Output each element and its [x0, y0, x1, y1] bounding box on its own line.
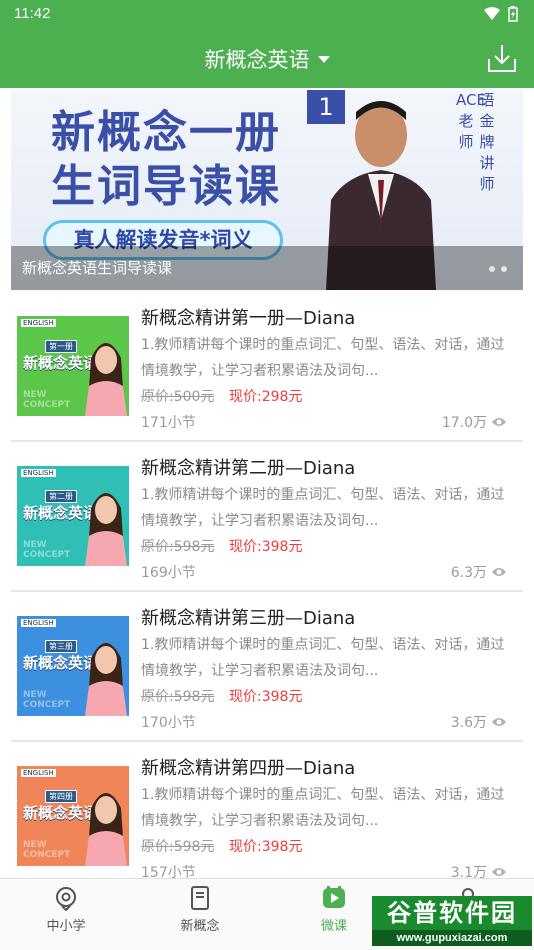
lesson-count: 170小节 [141, 715, 196, 731]
course-thumbnail: ENGLISH 第一册 新概念英语 NEW CONCEPT [17, 316, 129, 416]
course-title: 新概念精讲第四册—Diana [141, 758, 356, 779]
eye-icon [492, 568, 506, 576]
current-price: 现价:398元 [229, 539, 303, 555]
course-item[interactable]: ENGLISH 第三册 新概念英语 NEW CONCEPT 新概念精讲第三册—Di… [11, 592, 523, 742]
course-thumbnail: ENGLISH 第三册 新概念英语 NEW CONCEPT [17, 616, 129, 716]
view-count-value: 17.0万 [441, 415, 487, 431]
pagination-dot[interactable] [489, 266, 495, 272]
teacher-photo [85, 343, 127, 416]
current-price: 现价:398元 [229, 689, 303, 705]
original-price: 原价:598元 [141, 539, 215, 555]
banner-headline-2: 生词导读课 [51, 161, 281, 212]
nav-label: 新概念 [180, 919, 220, 934]
view-count-value: 6.3万 [450, 565, 487, 581]
battery-icon [508, 6, 518, 22]
watermark-text: 谷普软件园 [372, 896, 532, 930]
teacher-photo [85, 643, 127, 716]
thumb-brand: ENGLISH [21, 319, 56, 327]
course-title: 新概念精讲第一册—Diana [141, 308, 356, 329]
view-count-value: 3.6万 [450, 715, 487, 731]
teacher-photo [85, 793, 127, 866]
book-icon [191, 886, 209, 910]
nav-label: 中小学 [46, 919, 86, 934]
download-icon[interactable] [486, 42, 518, 74]
nav-item-new-concept[interactable]: 新概念 [160, 885, 240, 934]
course-item[interactable]: ENGLISH 第一册 新概念英语 NEW CONCEPT 新概念精讲第一册—Di… [11, 292, 523, 442]
site-watermark: 谷普软件园 www.gupuxiazai.com [372, 896, 532, 948]
thumb-concept: NEW CONCEPT [23, 390, 71, 410]
course-item[interactable]: ENGLISH 第四册 新概念英语 NEW CONCEPT 新概念精讲第四册—Di… [11, 742, 523, 892]
view-count: 6.3万 [451, 562, 507, 582]
banner-vertical-text-1: ACE老师 [456, 91, 486, 151]
thumb-concept: NEW CONCEPT [23, 840, 71, 860]
wifi-icon [484, 7, 500, 20]
watermark-url: www.gupuxiazai.com [372, 930, 532, 946]
nav-item-micro-course[interactable]: 微课 [294, 885, 374, 934]
banner-pagination [489, 266, 507, 272]
thumb-concept: NEW CONCEPT [23, 690, 71, 710]
app-header: 新概念英语 [0, 28, 534, 88]
course-thumbnail: ENGLISH 第四册 新概念英语 NEW CONCEPT [17, 766, 129, 866]
play-icon [323, 886, 345, 908]
original-price: 原价:500元 [141, 389, 215, 405]
eye-icon [492, 418, 506, 426]
promo-banner[interactable]: 新概念一册 1 生词导读课 真人解读发音*词义 ACE老师 语金牌讲师 新概念英… [11, 90, 523, 290]
current-price: 现价:398元 [229, 839, 303, 855]
original-price: 原价:598元 [141, 839, 215, 855]
eye-icon [492, 718, 506, 726]
nav-label: 微课 [320, 919, 347, 934]
status-bar: 11:42 [0, 0, 534, 28]
header-title-dropdown[interactable]: 新概念英语 [0, 44, 534, 74]
current-price: 现价:298元 [229, 389, 303, 405]
eye-icon [492, 868, 506, 876]
target-icon [56, 887, 76, 911]
course-description: 1.教师精讲每个课时的重点词汇、句型、语法、对话，通过情境教学，让学习者积累语法… [141, 487, 505, 529]
dropdown-caret-icon [317, 55, 330, 63]
course-description: 1.教师精讲每个课时的重点词汇、句型、语法、对话，通过情境教学，让学习者积累语法… [141, 337, 505, 379]
course-title: 新概念精讲第二册—Diana [141, 458, 356, 479]
pagination-dot[interactable] [501, 266, 507, 272]
status-icons [484, 6, 518, 22]
lesson-count: 171小节 [141, 415, 196, 431]
course-item[interactable]: ENGLISH 第二册 新概念英语 NEW CONCEPT 新概念精讲第二册—Di… [11, 442, 523, 592]
thumb-brand: ENGLISH [21, 469, 56, 477]
header-title: 新概念英语 [204, 48, 310, 72]
thumb-concept: NEW CONCEPT [23, 540, 71, 560]
banner-caption: 新概念英语生词导读课 [22, 259, 173, 277]
thumb-brand: ENGLISH [21, 619, 56, 627]
nav-item-primary-school[interactable]: 中小学 [26, 885, 106, 934]
thumb-brand: ENGLISH [21, 769, 56, 777]
teacher-photo [85, 493, 127, 566]
course-description: 1.教师精讲每个课时的重点词汇、句型、语法、对话，通过情境教学，让学习者积累语法… [141, 787, 505, 829]
view-count: 17.0万 [442, 412, 507, 432]
course-description: 1.教师精讲每个课时的重点词汇、句型、语法、对话，通过情境教学，让学习者积累语法… [141, 637, 505, 679]
banner-vertical-text-2: 语金牌讲师 [479, 91, 495, 193]
lesson-count: 169小节 [141, 565, 196, 581]
course-title: 新概念精讲第三册—Diana [141, 608, 356, 629]
view-count: 3.6万 [451, 712, 507, 732]
status-time: 11:42 [14, 5, 51, 22]
original-price: 原价:598元 [141, 689, 215, 705]
course-thumbnail: ENGLISH 第二册 新概念英语 NEW CONCEPT [17, 466, 129, 566]
